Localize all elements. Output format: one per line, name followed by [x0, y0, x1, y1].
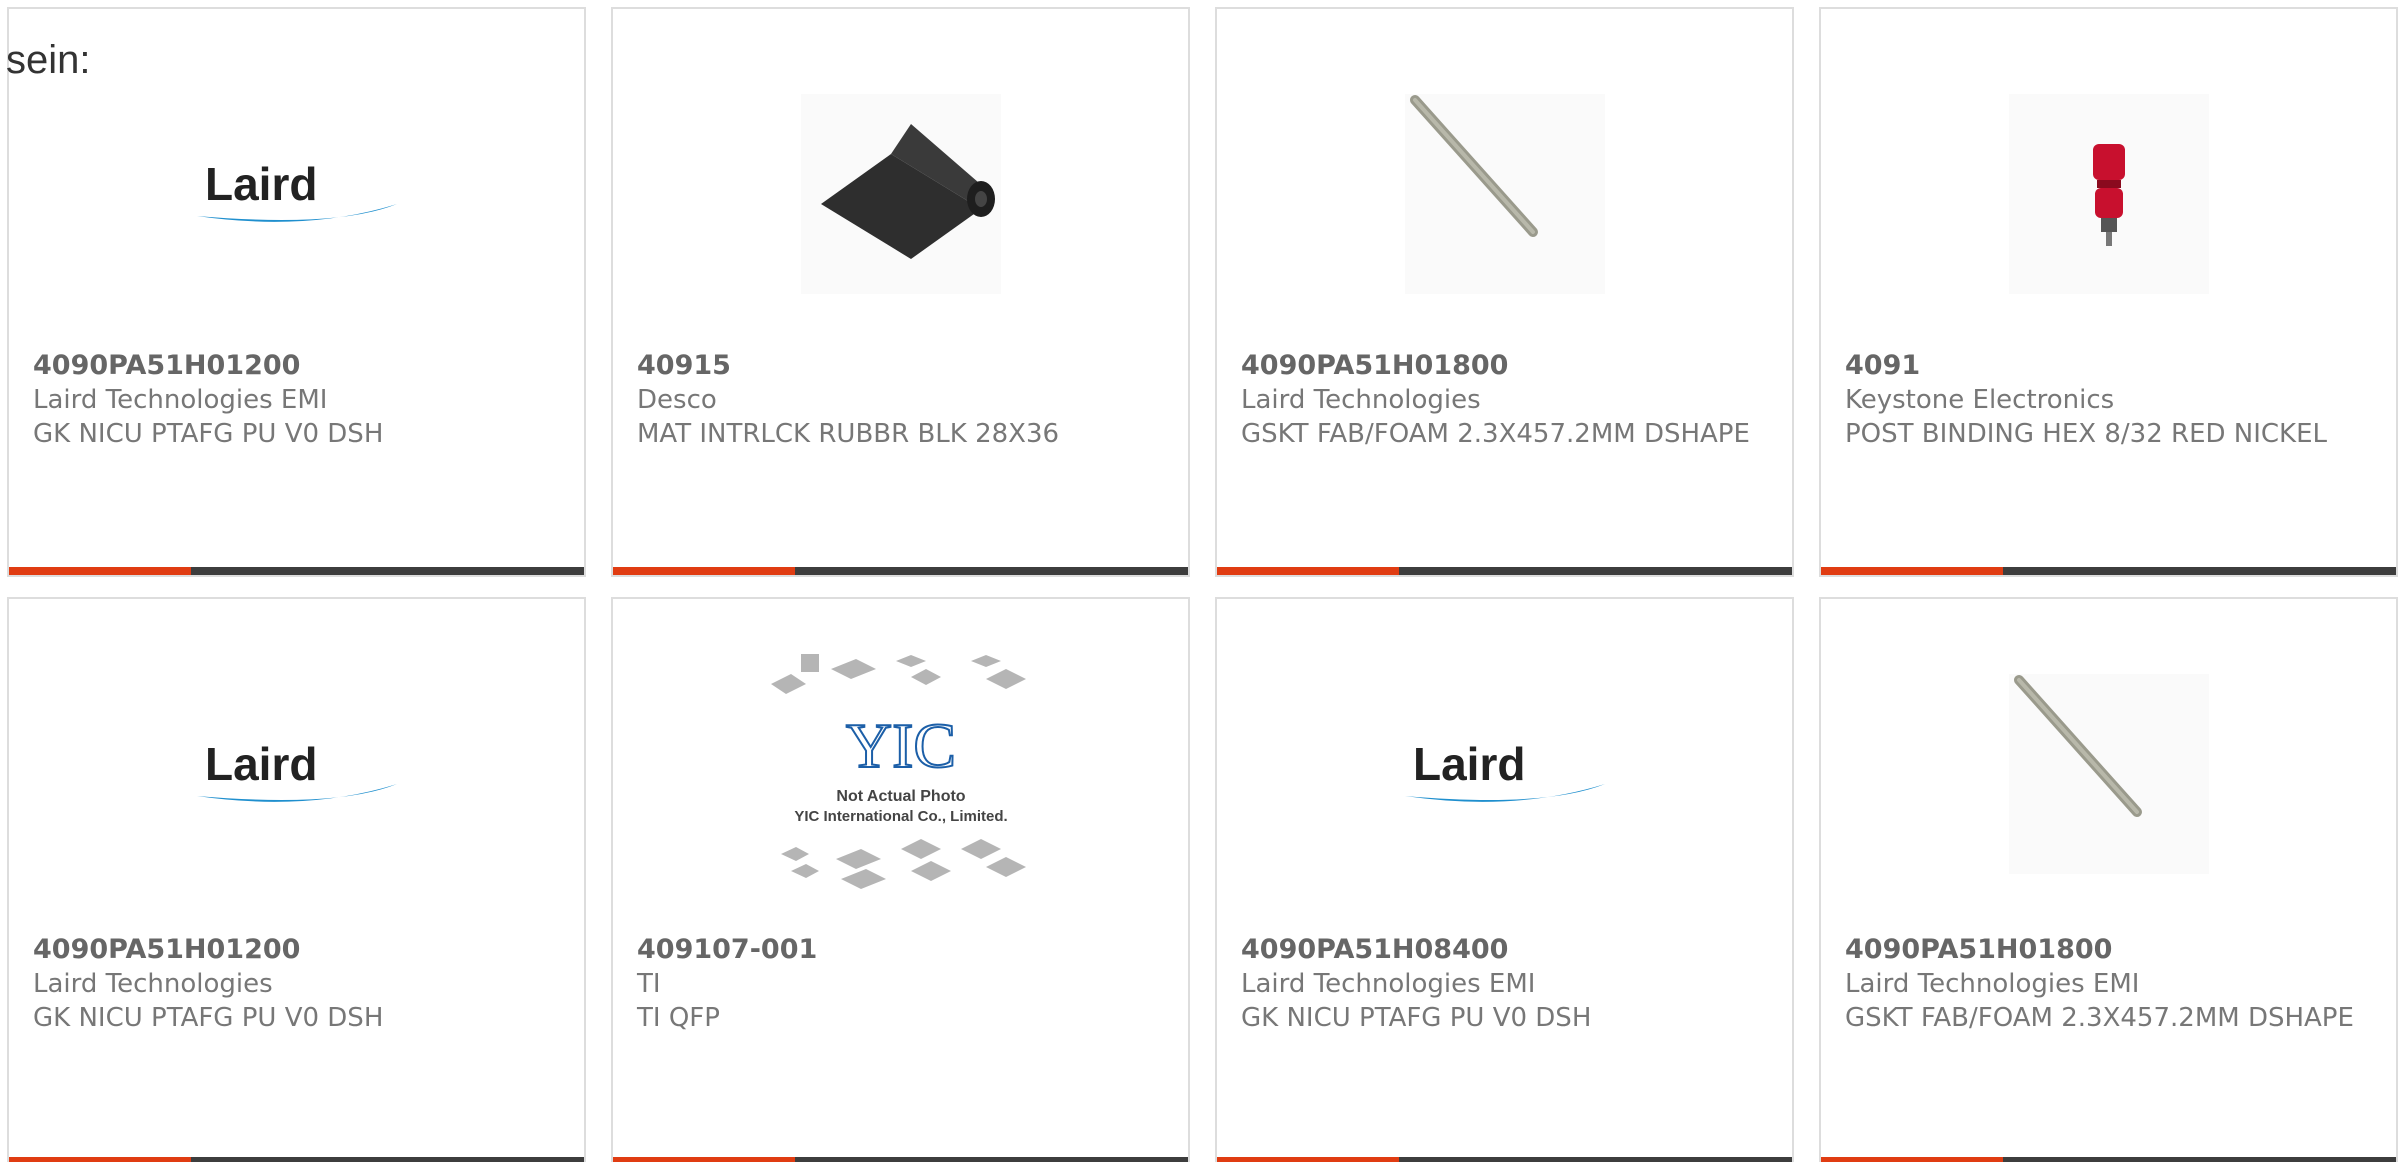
product-card[interactable]: 4090PA51H01800 Laird Technologies GSKT F… [1215, 7, 1794, 577]
product-card[interactable]: Laird 4090PA51H01200 Laird Technologies … [7, 597, 586, 1162]
intro-text: sein: [6, 38, 91, 82]
rubber-mat-roll-icon [800, 94, 1001, 294]
part-number[interactable]: 4091 [1845, 349, 2376, 383]
yic-placeholder-icon: YIC Not Actual Photo YIC International C… [770, 654, 1026, 889]
product-info: 4091 Keystone Electronics POST BINDING H… [1845, 349, 2376, 451]
product-info: 4090PA51H01800 Laird Technologies EMI GS… [1845, 933, 2376, 1035]
part-number[interactable]: 409107-001 [637, 933, 1168, 967]
product-card[interactable]: YIC Not Actual Photo YIC International C… [611, 597, 1190, 1162]
description: GK NICU PTAFG PU V0 DSH [33, 419, 384, 449]
product-card[interactable]: 4090PA51H01800 Laird Technologies EMI GS… [1819, 597, 2398, 1162]
manufacturer: Laird Technologies [1241, 385, 1481, 415]
card-footer-bar [613, 567, 1188, 575]
gasket-rod-icon [2008, 674, 2209, 874]
card-footer-bar [613, 1157, 1188, 1162]
product-card[interactable]: 4091 Keystone Electronics POST BINDING H… [1819, 7, 2398, 577]
product-info: 4090PA51H01800 Laird Technologies GSKT F… [1241, 349, 1772, 451]
manufacturer: Laird Technologies EMI [1241, 969, 1536, 999]
manufacturer: Desco [637, 385, 717, 415]
svg-text:Laird: Laird [1413, 738, 1525, 790]
card-footer-bar [1821, 567, 2396, 575]
product-card[interactable]: 40915 Desco MAT INTRLCK RUBBR BLK 28X36 [611, 7, 1190, 577]
part-number[interactable]: 40915 [637, 349, 1168, 383]
part-number[interactable]: 4090PA51H01800 [1241, 349, 1772, 383]
binding-post-icon [2008, 94, 2209, 294]
product-info: 4090PA51H08400 Laird Technologies EMI GK… [1241, 933, 1772, 1035]
card-footer-bar [9, 1157, 584, 1162]
product-grid: Laird 4090PA51H01200 Laird Technologies … [7, 7, 2398, 1162]
svg-text:Not Actual Photo: Not Actual Photo [836, 788, 965, 805]
part-number[interactable]: 4090PA51H08400 [1241, 933, 1772, 967]
product-image[interactable] [613, 69, 1188, 319]
svg-text:Laird: Laird [205, 158, 317, 210]
part-number[interactable]: 4090PA51H01200 [33, 933, 564, 967]
card-footer-bar [1217, 1157, 1792, 1162]
laird-logo-icon: Laird [1404, 738, 1605, 802]
product-info: 4090PA51H01200 Laird Technologies GK NIC… [33, 933, 564, 1035]
product-info: 40915 Desco MAT INTRLCK RUBBR BLK 28X36 [637, 349, 1168, 451]
description: GK NICU PTAFG PU V0 DSH [1241, 1003, 1592, 1033]
product-image[interactable]: Laird [9, 649, 584, 899]
product-card[interactable]: Laird 4090PA51H01200 Laird Technologies … [7, 7, 586, 577]
product-image[interactable]: YIC Not Actual Photo YIC International C… [613, 649, 1188, 899]
manufacturer: Laird Technologies [33, 969, 273, 999]
manufacturer: TI [637, 969, 661, 999]
description: GSKT FAB/FOAM 2.3X457.2MM DSHAPE [1845, 1003, 2354, 1033]
description: GSKT FAB/FOAM 2.3X457.2MM DSHAPE [1241, 419, 1750, 449]
product-image[interactable] [1821, 649, 2396, 899]
laird-logo-icon: Laird [196, 738, 397, 802]
description: MAT INTRLCK RUBBR BLK 28X36 [637, 419, 1060, 449]
part-number[interactable]: 4090PA51H01200 [33, 349, 564, 383]
product-info: 4090PA51H01200 Laird Technologies EMI GK… [33, 349, 564, 451]
description: GK NICU PTAFG PU V0 DSH [33, 1003, 384, 1033]
card-footer-bar [9, 567, 584, 575]
svg-text:YIC: YIC [845, 710, 955, 781]
description: POST BINDING HEX 8/32 RED NICKEL [1845, 419, 2328, 449]
svg-text:Laird: Laird [205, 738, 317, 790]
product-card[interactable]: Laird 4090PA51H08400 Laird Technologies … [1215, 597, 1794, 1162]
card-footer-bar [1821, 1157, 2396, 1162]
svg-text:YIC International Co., Limited: YIC International Co., Limited. [794, 808, 1007, 825]
gasket-rod-icon [1404, 94, 1605, 294]
product-image[interactable] [1821, 69, 2396, 319]
part-number[interactable]: 4090PA51H01800 [1845, 933, 2376, 967]
laird-logo-icon: Laird [196, 158, 397, 222]
manufacturer: Keystone Electronics [1845, 385, 2115, 415]
product-image[interactable]: Laird [1217, 649, 1792, 899]
product-image[interactable] [1217, 69, 1792, 319]
description: TI QFP [637, 1003, 720, 1033]
manufacturer: Laird Technologies EMI [33, 385, 328, 415]
product-image[interactable]: Laird [9, 69, 584, 319]
card-footer-bar [1217, 567, 1792, 575]
manufacturer: Laird Technologies EMI [1845, 969, 2140, 999]
product-results-page: sein: Laird 4090PA51H01200 Laird Technol… [0, 0, 2400, 1162]
product-info: 409107-001 TI TI QFP [637, 933, 1168, 1035]
